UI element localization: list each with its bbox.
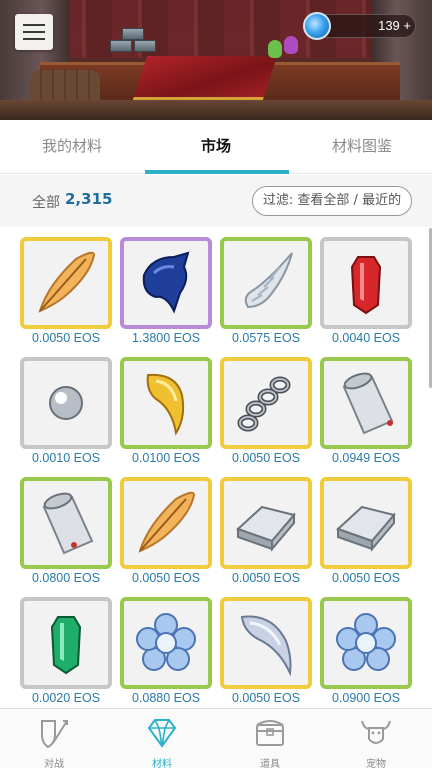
item-frame xyxy=(20,357,112,449)
market-item[interactable]: 0.0050 EOS xyxy=(220,467,320,587)
tab-bar: 我的材料 市场 材料图鉴 xyxy=(0,120,432,174)
item-price: 0.0010 EOS xyxy=(31,451,101,465)
market-item[interactable]: 0.0880 EOS xyxy=(120,587,220,707)
market-item[interactable]: 0.0050 EOS xyxy=(120,467,220,587)
item-price: 0.0949 EOS xyxy=(331,451,401,465)
market-item[interactable]: 0.0050 EOS xyxy=(320,467,420,587)
currency-counter[interactable]: 139 + xyxy=(303,12,416,40)
item-price: 0.0575 EOS xyxy=(231,331,301,345)
item-frame xyxy=(320,357,412,449)
market-item[interactable]: 0.0949 EOS xyxy=(320,347,420,467)
market-item[interactable]: 0.0050 EOS xyxy=(220,587,320,707)
item-frame xyxy=(220,597,312,689)
silver-scroll-icon xyxy=(342,372,394,435)
pearl-icon xyxy=(49,386,83,420)
chain-icon xyxy=(237,376,291,432)
tab-market[interactable]: 市场 xyxy=(152,120,280,174)
item-frame xyxy=(20,477,112,569)
item-grid: 0.0050 EOS 1.3800 EOS 0.0575 EOS 0.0040 … xyxy=(0,227,432,708)
banner-red-cloth xyxy=(132,56,278,100)
item-frame xyxy=(120,357,212,449)
item-price: 1.3800 EOS xyxy=(131,331,201,345)
item-frame xyxy=(120,237,212,329)
blue-orb-icon xyxy=(303,12,331,40)
silver-scroll-icon xyxy=(42,492,94,555)
item-price: 0.0050 EOS xyxy=(131,571,201,585)
nav-items[interactable]: 道具 xyxy=(240,709,300,768)
red-crystal-icon xyxy=(350,256,382,315)
item-price: 0.0040 EOS xyxy=(331,331,401,345)
item-price: 0.0020 EOS xyxy=(31,691,101,705)
item-frame xyxy=(320,237,412,329)
item-frame xyxy=(320,477,412,569)
nav-materials-label: 材料 xyxy=(152,759,172,768)
item-price: 0.0050 EOS xyxy=(231,451,301,465)
item-frame xyxy=(120,477,212,569)
nav-pets-label: 宠物 xyxy=(366,759,386,768)
active-tab-indicator xyxy=(145,170,289,174)
green-crystal-icon xyxy=(50,616,82,675)
nav-pets[interactable]: 宠物 xyxy=(346,709,406,768)
currency-amount: 139 + xyxy=(378,18,411,33)
market-item[interactable]: 0.0900 EOS xyxy=(320,587,420,707)
nav-items-label: 道具 xyxy=(260,759,280,768)
item-price: 0.0050 EOS xyxy=(231,691,301,705)
item-price: 0.0880 EOS xyxy=(131,691,201,705)
golden-fang-icon xyxy=(146,373,185,436)
shield-sword-icon xyxy=(41,720,68,749)
nav-materials[interactable]: 材料 xyxy=(132,709,192,768)
item-frame xyxy=(220,357,312,449)
item-price: 0.0900 EOS xyxy=(331,691,401,705)
item-price: 0.0050 EOS xyxy=(31,331,101,345)
market-item[interactable]: 0.0050 EOS xyxy=(220,347,320,467)
banner-ingots-decoration xyxy=(108,28,160,58)
diamond-icon xyxy=(147,719,177,748)
spiral-horn-icon xyxy=(244,252,293,309)
total-count: 2,315 xyxy=(65,190,113,208)
silver-ingot-icon xyxy=(336,505,396,552)
item-price: 0.0800 EOS xyxy=(31,571,101,585)
item-frame xyxy=(320,597,412,689)
market-item[interactable]: 0.0020 EOS xyxy=(20,587,120,707)
item-frame xyxy=(220,237,312,329)
hamburger-icon xyxy=(23,24,45,26)
nav-battle-label: 对战 xyxy=(44,759,64,768)
market-item[interactable]: 0.0100 EOS xyxy=(120,347,220,467)
market-item[interactable]: 0.0050 EOS xyxy=(20,227,120,347)
nav-battle[interactable]: 对战 xyxy=(24,709,84,768)
silver-fang-icon xyxy=(240,615,292,677)
item-frame xyxy=(120,597,212,689)
treasure-chest-icon xyxy=(256,720,284,746)
banner-potion-green xyxy=(268,40,282,58)
item-frame xyxy=(20,237,112,329)
silver-ingot-icon xyxy=(236,505,296,552)
filter-bar: 全部 2,315 过滤: 查看全部 / 最近的 xyxy=(0,175,432,227)
bull-head-icon xyxy=(361,720,391,744)
menu-button[interactable] xyxy=(15,14,53,50)
tab-material-catalog[interactable]: 材料图鉴 xyxy=(300,120,424,174)
market-item[interactable]: 0.0040 EOS xyxy=(320,227,420,347)
market-item[interactable]: 0.0800 EOS xyxy=(20,467,120,587)
blue-scale-icon xyxy=(142,251,190,314)
banner-potion-purple xyxy=(284,36,298,54)
total-label: 全部 xyxy=(32,195,60,211)
filter-button[interactable]: 过滤: 查看全部 / 最近的 xyxy=(252,186,412,216)
tab-my-materials[interactable]: 我的材料 xyxy=(10,120,134,174)
item-price: 0.0050 EOS xyxy=(331,571,401,585)
item-price: 0.0100 EOS xyxy=(131,451,201,465)
market-item[interactable]: 0.0575 EOS xyxy=(220,227,320,347)
banner-floor xyxy=(0,100,432,120)
blue-flower-crystal-icon xyxy=(336,613,396,671)
shop-scene-banner: 139 + xyxy=(0,0,432,120)
bottom-navigation: 对战 材料 道具 宠物 xyxy=(0,708,432,768)
blue-flower-crystal-icon xyxy=(136,613,196,671)
golden-feather-icon xyxy=(138,491,196,553)
market-item[interactable]: 1.3800 EOS xyxy=(120,227,220,347)
market-item[interactable]: 0.0010 EOS xyxy=(20,347,120,467)
item-price: 0.0050 EOS xyxy=(231,571,301,585)
item-frame xyxy=(20,597,112,689)
golden-feather-icon xyxy=(38,251,96,313)
item-frame xyxy=(220,477,312,569)
